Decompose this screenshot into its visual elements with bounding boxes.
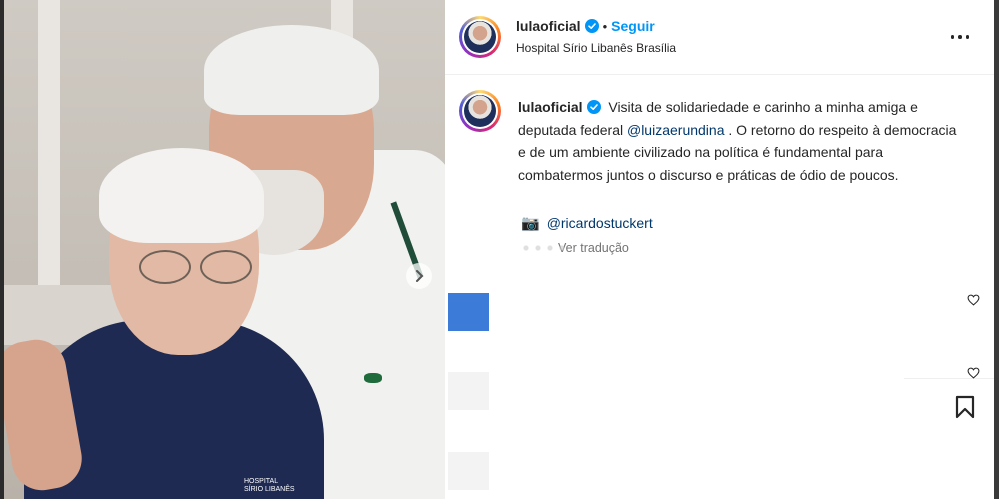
avatar-image [464, 21, 496, 53]
camera-icon: 📷 [521, 215, 540, 232]
embroidery-line: SÍRIO LIBANÊS [244, 486, 295, 493]
post-caption: lulaoficial Visita de solidariedade e ca… [518, 96, 958, 186]
glasses-lens [200, 250, 252, 284]
more-options-button[interactable] [945, 25, 975, 49]
heart-outline-icon[interactable] [967, 367, 980, 379]
avatar-inner [462, 19, 498, 55]
more-options-icon [950, 35, 955, 39]
see-translation-link[interactable]: Ver tradução [558, 241, 629, 255]
credit-mention-link[interactable]: @ricardostuckert [547, 215, 653, 231]
comment-placeholder [448, 372, 489, 410]
mention-link[interactable]: @luizaerundina [627, 122, 725, 138]
verified-badge-icon [584, 19, 599, 33]
header-user-row: lulaoficial • Seguir [516, 18, 655, 34]
verified-badge-icon [586, 100, 601, 114]
avatar-inner [462, 93, 498, 129]
action-bar [904, 378, 994, 499]
more-options-icon-dot [965, 35, 970, 39]
loading-dots [520, 242, 564, 254]
photo-credit: 📷 @ricardostuckert [521, 214, 653, 232]
avatar-image [464, 95, 496, 127]
comment-placeholder [448, 452, 489, 490]
caption-username[interactable]: lulaoficial [518, 99, 583, 115]
location-link[interactable]: Hospital Sírio Libanês Brasília [516, 41, 676, 55]
embroidery-line: HOSPITAL [244, 478, 279, 485]
modal-backdrop-edge [994, 0, 999, 499]
bookmark-icon[interactable] [954, 395, 976, 419]
heart-outline-icon[interactable] [967, 294, 980, 306]
carousel-next-button[interactable] [406, 263, 432, 289]
translate-row: Ver tradução [520, 241, 629, 255]
follow-button[interactable]: Seguir [611, 18, 655, 34]
more-options-icon-dot [958, 35, 962, 39]
avatar[interactable] [459, 16, 501, 58]
post-header: lulaoficial • Seguir Hospital Sírio Liba… [445, 0, 994, 75]
comment-avatar-placeholder [448, 293, 489, 331]
caption-avatar[interactable] [459, 90, 501, 132]
instagram-post-modal: HOSPITAL SÍRIO LIBANÊS lulaoficial • Seg… [0, 0, 999, 499]
woman-hair [99, 148, 264, 243]
glasses-lens [139, 250, 191, 284]
header-username[interactable]: lulaoficial [516, 18, 581, 34]
man-hair [204, 25, 379, 115]
jacket-logo [364, 373, 382, 383]
post-photo: HOSPITAL SÍRIO LIBANÊS [4, 0, 445, 499]
post-side-panel: lulaoficial • Seguir Hospital Sírio Liba… [445, 0, 995, 499]
jacket-embroidery: HOSPITAL SÍRIO LIBANÊS [244, 478, 295, 494]
background-pillar [38, 0, 60, 290]
separator-dot: • [602, 18, 608, 34]
chevron-right-icon [416, 270, 424, 282]
